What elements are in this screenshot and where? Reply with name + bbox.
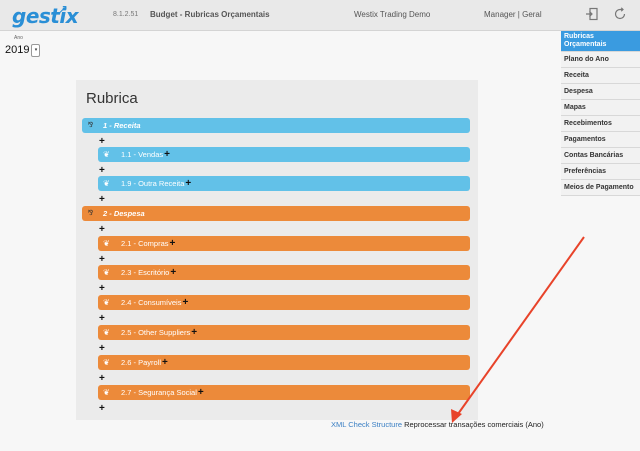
sidebar-item-mapas[interactable]: Mapas (561, 100, 640, 116)
rubrica-escritorio[interactable]: ❦ 2.3 - Escritório + (98, 265, 470, 280)
tree-icon: ⅋ (87, 210, 94, 217)
rubrica-label: 1.1 - Vendas (121, 150, 164, 159)
logout-icon[interactable] (584, 7, 600, 23)
add-seguranca-social-plus[interactable]: + (198, 387, 204, 398)
leaf-icon: ❦ (103, 179, 110, 188)
add-plus[interactable]: + (99, 195, 105, 205)
sidebar-item-receita[interactable]: Receita (561, 68, 640, 84)
add-receita-plus[interactable]: + (99, 137, 105, 147)
rubrica-panel: Rubrica ⅋ 1 - Receita + ❦ 1.1 - Vendas +… (76, 80, 478, 420)
leaf-icon: ❦ (103, 268, 110, 277)
add-outra-receita-plus[interactable]: + (185, 178, 191, 189)
logo-arrow-icon: ↗ (58, 2, 69, 16)
add-escritorio-plus[interactable]: + (170, 267, 176, 278)
tree-icon: ⅋ (87, 122, 94, 129)
rubrica-label: 1 - Receita (103, 121, 141, 130)
company-name: Westix Trading Demo (354, 10, 431, 19)
add-vendas-plus[interactable]: + (164, 149, 170, 160)
rubrica-label: 2.6 - Payroll (121, 358, 162, 367)
rubrica-label: 2.3 - Escritório (121, 268, 170, 277)
refresh-icon-svg (614, 7, 626, 20)
rubrica-label: 1.9 - Outra Receita (121, 179, 185, 188)
leaf-icon: ❦ (103, 150, 110, 159)
year-value: 2019 (5, 44, 30, 56)
rubrica-label: 2.1 - Compras (121, 239, 169, 248)
top-bar: gestix ↗ 8.1.2.51 Budget - Rubricas Orça… (0, 0, 640, 31)
add-plus[interactable]: + (99, 314, 105, 324)
chevron-updown-icon[interactable]: ▾ (31, 43, 41, 57)
year-label: Ano (14, 35, 23, 41)
rubrica-label: 2.7 - Segurança Social (121, 388, 197, 397)
sidebar-item-despesa[interactable]: Despesa (561, 84, 640, 100)
refresh-icon[interactable] (612, 7, 628, 23)
add-plus[interactable]: + (99, 166, 105, 176)
add-despesa-plus[interactable]: + (99, 225, 105, 235)
leaf-icon: ❦ (103, 328, 110, 337)
sidebar-item-plano-do-ano[interactable]: Plano do Ano (561, 52, 640, 68)
reprocess-transactions-link[interactable]: Reprocessar transações comerciais (Ano) (404, 420, 544, 429)
leaf-icon: ❦ (103, 388, 110, 397)
add-consumiveis-plus[interactable]: + (182, 297, 188, 308)
add-plus[interactable]: + (99, 404, 105, 414)
add-plus[interactable]: + (99, 374, 105, 384)
year-select[interactable]: 2019 ▾ (5, 42, 41, 58)
leaf-icon: ❦ (103, 358, 110, 367)
add-compras-plus[interactable]: + (170, 238, 176, 249)
sidebar-item-meios-de-pagamento[interactable]: Meios de Pagamento (561, 180, 640, 196)
add-plus[interactable]: + (99, 344, 105, 354)
sidebar-item-recebimentos[interactable]: Recebimentos (561, 116, 640, 132)
rubrica-outra-receita[interactable]: ❦ 1.9 - Outra Receita + (98, 176, 470, 191)
rubrica-other-suppliers[interactable]: ❦ 2.5 - Other Suppliers + (98, 325, 470, 340)
rubrica-label: 2.5 - Other Suppliers (121, 328, 191, 337)
app-logo[interactable]: gestix (12, 4, 79, 28)
add-payroll-plus[interactable]: + (162, 357, 168, 368)
panel-title: Rubrica (86, 90, 138, 107)
add-plus[interactable]: + (99, 255, 105, 265)
sidebar-item-rubricas[interactable]: Rubricas Orçamentais (561, 31, 640, 52)
rubrica-receita[interactable]: ⅋ 1 - Receita (82, 118, 470, 133)
leaf-icon: ❦ (103, 239, 110, 248)
footer-links: XML Check Structure Reprocessar transaçõ… (331, 420, 544, 429)
rubrica-despesa[interactable]: ⅋ 2 - Despesa (82, 206, 470, 221)
user-info[interactable]: Manager | Geral (484, 10, 542, 19)
rubrica-payroll[interactable]: ❦ 2.6 - Payroll + (98, 355, 470, 370)
sidebar-item-pagamentos[interactable]: Pagamentos (561, 132, 640, 148)
rubrica-label: 2 - Despesa (103, 209, 145, 218)
xml-check-structure-link[interactable]: XML Check Structure (331, 420, 402, 429)
sidebar-nav: Rubricas Orçamentais Plano do Ano Receit… (561, 31, 640, 196)
add-other-suppliers-plus[interactable]: + (191, 327, 197, 338)
app-version: 8.1.2.51 (113, 11, 139, 18)
sidebar-item-contas-bancarias[interactable]: Contas Bancárias (561, 148, 640, 164)
sidebar-item-preferencias[interactable]: Preferências (561, 164, 640, 180)
rubrica-vendas[interactable]: ❦ 1.1 - Vendas + (98, 147, 470, 162)
rubrica-seguranca-social[interactable]: ❦ 2.7 - Segurança Social + (98, 385, 470, 400)
leaf-icon: ❦ (103, 298, 110, 307)
add-plus[interactable]: + (99, 284, 105, 294)
rubrica-label: 2.4 - Consumíveis (121, 298, 182, 307)
logout-icon-svg (586, 7, 598, 21)
page-title: Budget - Rubricas Orçamentais (150, 10, 270, 19)
rubrica-consumiveis[interactable]: ❦ 2.4 - Consumíveis + (98, 295, 470, 310)
rubrica-compras[interactable]: ❦ 2.1 - Compras + (98, 236, 470, 251)
